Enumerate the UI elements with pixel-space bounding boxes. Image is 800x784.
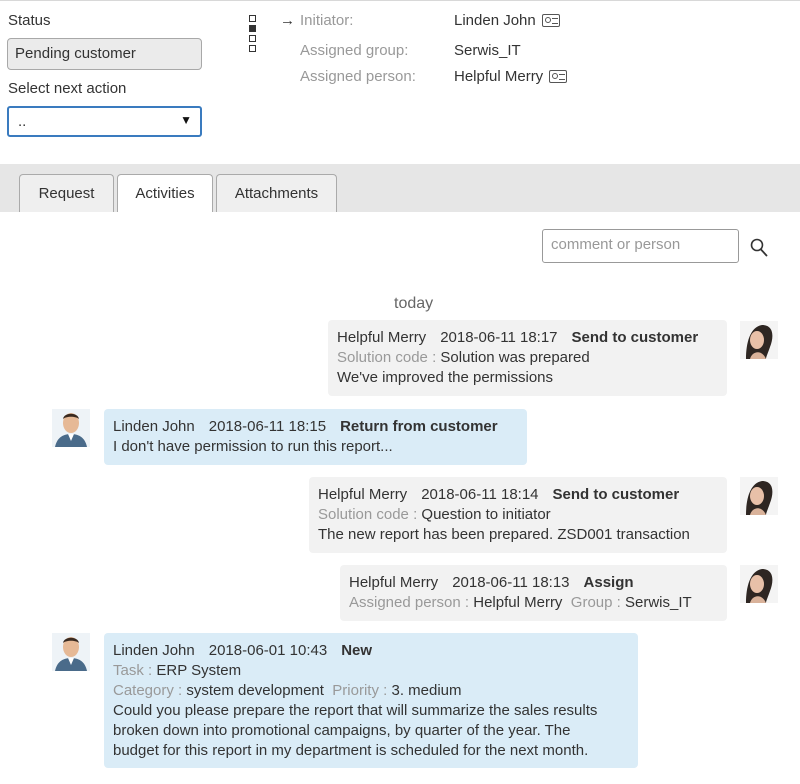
activity-datetime: 2018-06-11 18:13 [452,574,570,591]
assigned-group-value: Serwis_IT [454,42,521,59]
avatar-linden-john [52,409,90,447]
activity-item: Helpful Merry 2018-06-11 18:13 Assign Assi… [340,565,727,621]
next-action-label: Select next action [8,80,127,97]
field-key: Priority : [332,682,388,699]
activity-action: Return from customer [340,418,498,435]
field-value: Question to initiator [421,506,551,523]
field-value: Serwis_IT [624,594,692,611]
assigned-person-key: Assigned person: [300,68,416,85]
field-value: Solution was prepared [440,349,590,366]
arrow-right-icon: → [280,12,295,29]
field-value: system development [186,682,324,699]
activity-field: Assigned person : Helpful Merry Group : … [349,593,718,613]
field-key: Solution code : [318,506,418,523]
activity-header: Linden John 2018-06-01 10:43 New [113,641,629,661]
activity-header: Linden John 2018-06-11 18:15 Return from c… [113,417,518,437]
chevron-down-icon: ▼ [180,113,192,127]
search-input[interactable]: comment or person [542,229,739,263]
activity-text: Could you please prepare the report that… [113,702,598,719]
search-icon[interactable] [750,238,768,258]
activity-action: Assign [583,574,634,591]
activity-text: budget for this report in my department … [113,742,589,759]
activity-action: New [341,642,373,659]
field-key: Assigned person : [349,594,470,611]
activity-datetime: 2018-06-11 18:15 [208,418,327,435]
activity-text: I don't have permission to run this repo… [113,438,393,455]
step-marker [249,45,256,52]
step-marker [249,35,256,42]
contact-card-icon[interactable] [541,14,560,27]
activity-action: Send to customer [571,329,699,346]
assigned-person-value: Helpful Merry [454,68,568,85]
initiator-value: Linden John [454,12,560,29]
activity-author: Helpful Merry [337,329,427,346]
activity-text: We've improved the permissions [337,369,554,386]
field-key: Solution code : [337,349,437,366]
field-key: Category : [113,682,183,699]
field-value: 3. medium [391,682,462,699]
activity-author: Helpful Merry [318,486,408,503]
activity-author: Linden John [113,418,195,435]
activity-item: Helpful Merry 2018-06-11 18:14 Send to cus… [309,477,727,553]
activity-text: The new report has been prepared. ZSD001… [318,526,690,543]
next-action-value: .. [18,113,27,130]
avatar-linden-john [52,633,90,671]
activity-datetime: 2018-06-11 18:17 [440,329,558,346]
activity-text: broken down into promotional campaigns, … [113,722,571,739]
tab-activities[interactable]: Activities [117,174,213,213]
activity-field: Category : system development Priority :… [113,681,629,701]
tab-request[interactable]: Request [19,174,114,212]
activity-header: Helpful Merry 2018-06-11 18:13 Assign [349,573,718,593]
assigned-group-key: Assigned group: [300,42,409,59]
activity-item: Helpful Merry 2018-06-11 18:17 Send to cus… [328,320,727,396]
avatar-helpful-merry [740,565,778,603]
activity-action: Send to customer [552,486,680,503]
top-divider [0,0,800,1]
field-value: ERP System [156,662,242,679]
step-marker-current [249,25,256,32]
status-label: Status [8,12,51,29]
activity-item: Linden John 2018-06-01 10:43 New Task : ER… [104,633,638,768]
workflow-step-indicator [249,15,258,55]
tab-bar: Request Activities Attachments [0,164,800,213]
activity-field: Solution code : Solution was prepared [337,348,718,368]
avatar-helpful-merry [740,321,778,359]
activity-item: Linden John 2018-06-11 18:15 Return from c… [104,409,527,465]
activity-author: Linden John [113,642,195,659]
activity-header: Helpful Merry 2018-06-11 18:14 Send to cus… [318,485,718,505]
activity-author: Helpful Merry [349,574,439,591]
initiator-key: Initiator: [300,12,354,29]
activity-datetime: 2018-06-11 18:14 [421,486,539,503]
field-value: Helpful Merry [473,594,563,611]
field-key: Task : [113,662,153,679]
activity-field: Task : ERP System [113,661,629,681]
step-marker [249,15,256,22]
activity-field: Solution code : Question to initiator [318,505,718,525]
initiator-name[interactable]: Linden John [454,12,536,29]
contact-card-icon[interactable] [549,70,568,83]
day-separator: today [394,295,434,312]
status-field: Pending customer [7,38,202,70]
assigned-person-name[interactable]: Helpful Merry [454,68,543,85]
activity-datetime: 2018-06-01 10:43 [208,642,328,659]
field-key: Group : [570,594,621,611]
avatar-helpful-merry [740,477,778,515]
next-action-select[interactable]: .. ▼ [7,106,202,137]
activity-header: Helpful Merry 2018-06-11 18:17 Send to cus… [337,328,718,348]
tab-attachments[interactable]: Attachments [216,174,337,212]
